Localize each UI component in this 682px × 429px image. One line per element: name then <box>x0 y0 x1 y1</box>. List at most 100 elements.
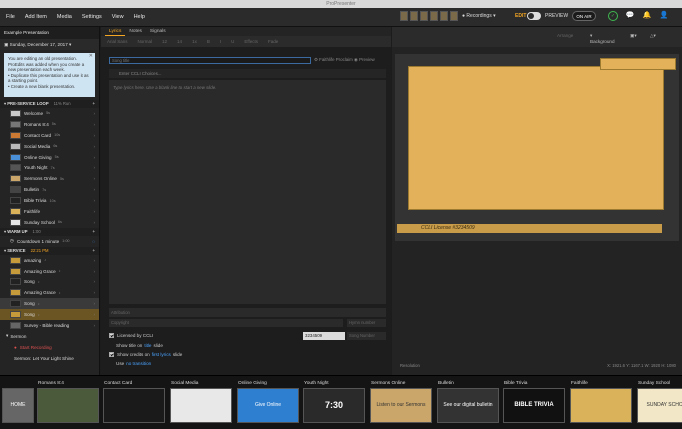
list-item[interactable]: Online Giving 5s › <box>0 152 99 163</box>
plus-icon[interactable]: + <box>93 247 95 255</box>
chevron-right-icon[interactable]: › <box>93 176 95 181</box>
menu-add-item[interactable]: Add Item <box>25 14 47 20</box>
screen-icon[interactable] <box>410 11 418 21</box>
size-field[interactable]: 12 <box>162 39 167 44</box>
menu-help[interactable]: Help <box>134 14 145 20</box>
thumbnail-tile[interactable]: Sermons Online Listen to our Sermons Onli… <box>370 380 432 423</box>
song-number-field[interactable]: Song Number <box>347 332 386 340</box>
transition-link[interactable]: no transition <box>126 361 151 366</box>
first-lyrics-link[interactable]: first lyrics <box>152 352 171 357</box>
screen-icon[interactable] <box>420 11 428 21</box>
thumbnail-tile[interactable]: Bulletin See our digital bulletin <box>437 380 499 423</box>
license-number-field[interactable]: 3234509 <box>303 332 345 340</box>
bold-button[interactable]: B <box>207 39 210 44</box>
thumbnail-tile[interactable]: Youth Night 7:30 <box>303 380 365 423</box>
list-item[interactable]: Song ♪ › <box>0 276 99 287</box>
section-service[interactable]: ▾ SERVICE 22:21 PM + <box>0 246 99 255</box>
list-item[interactable]: Song ♪ › <box>0 309 99 321</box>
chevron-right-icon[interactable]: › <box>93 220 95 225</box>
licensed-checkbox-row[interactable]: Licensed by CCLI <box>109 333 153 338</box>
size-field[interactable]: 14 <box>177 39 182 44</box>
menu-file[interactable]: File <box>6 14 15 20</box>
list-item[interactable]: Romans 8:4 5s › <box>0 119 99 130</box>
thumbnail-tile[interactable]: HOME <box>2 380 34 423</box>
chevron-right-icon[interactable]: › <box>93 258 95 263</box>
tab-signals[interactable]: Signals <box>146 27 170 36</box>
background-select[interactable]: Background ▾ <box>590 33 615 44</box>
chevron-right-icon[interactable]: › <box>93 323 95 328</box>
thumbnail-tile[interactable]: Faithlife <box>570 380 632 423</box>
edit-preview-toggle[interactable] <box>527 12 541 20</box>
menu-settings[interactable]: Settings <box>82 14 102 20</box>
lyrics-textarea[interactable]: Type lyrics here. Use a blank line to st… <box>109 80 386 304</box>
chevron-right-icon[interactable]: › <box>93 290 95 295</box>
screen-icon[interactable] <box>400 11 408 21</box>
list-item[interactable]: ◷ Countdown 1 minute 1:00 ◌ <box>0 236 99 247</box>
bell-icon[interactable]: 🔔 <box>642 11 652 21</box>
user-icon[interactable]: 👤 <box>659 11 669 21</box>
preview-mode-label[interactable]: PREVIEW <box>545 13 568 19</box>
list-item[interactable]: Amazing Grace ♪ › <box>0 266 99 277</box>
chat-icon[interactable]: 💬 <box>625 11 635 21</box>
thumbnail-tile[interactable]: Bible Trivia BIBLE TRIVIA <box>503 380 565 423</box>
close-icon[interactable]: ✕ <box>89 53 93 60</box>
slide-canvas[interactable]: CCLI License #3234509 <box>395 54 679 241</box>
list-item[interactable]: amazing ♪ › <box>0 255 99 266</box>
tab-notes[interactable]: Notes <box>125 27 146 36</box>
section-pre-service-loop[interactable]: ▾ PRE-SERVICE LOOP 11% Run + <box>0 100 99 108</box>
chevron-right-icon[interactable]: › <box>93 122 95 127</box>
ccli-chooser[interactable]: Enter CCLI Choices... <box>109 69 386 78</box>
check-icon[interactable]: ✓ <box>608 11 618 21</box>
list-item[interactable]: Sermons Online 5s › <box>0 173 99 184</box>
list-item[interactable]: Social Media 6s › <box>0 141 99 152</box>
license-text-box[interactable]: CCLI License #3234509 <box>397 224 662 233</box>
thumbnail-tile[interactable]: Contact Card <box>103 380 165 423</box>
thumbnail-tile[interactable]: Social Media <box>170 380 232 423</box>
list-item[interactable]: Amazing Grace ♪ › <box>0 287 99 298</box>
chevron-right-icon[interactable]: › <box>93 312 95 317</box>
chevron-right-icon[interactable]: › <box>93 198 95 203</box>
chevron-right-icon[interactable]: › <box>93 269 95 274</box>
chevron-right-icon[interactable]: › <box>93 155 95 160</box>
song-title-input[interactable]: Song title <box>109 57 311 64</box>
list-item[interactable]: Faithlife › <box>0 206 99 217</box>
list-item[interactable]: ● Start Recording <box>0 342 99 353</box>
chevron-right-icon[interactable]: › <box>93 165 95 170</box>
tab-lyrics[interactable]: Lyrics <box>105 27 126 36</box>
fade-button[interactable]: Fade <box>268 39 278 44</box>
service-date[interactable]: ▣ Sunday, December 17, 2017 ▾ <box>0 39 99 50</box>
copyright-field[interactable]: Copyright <box>109 319 343 327</box>
chevron-right-icon[interactable]: › <box>93 144 95 149</box>
menu-media[interactable]: Media <box>57 14 72 20</box>
notice-duplicate[interactable]: • Duplicate this presentation and use it… <box>8 73 91 84</box>
chevron-right-icon[interactable]: › <box>93 111 95 116</box>
weight-select[interactable]: Normal <box>138 39 153 44</box>
recordings-button[interactable]: ● Recordings ▾ <box>462 13 496 19</box>
thumbnail-tile[interactable]: Online Giving Give Online <box>237 380 299 423</box>
list-item[interactable]: Bible Trivia 10s › <box>0 195 99 206</box>
font-select[interactable]: Arial Sans <box>107 39 128 44</box>
slide-background-shape[interactable] <box>408 66 664 210</box>
arrange-button[interactable]: Arrange <box>557 33 573 38</box>
screen-icon[interactable] <box>430 11 438 21</box>
screen-icon[interactable] <box>450 11 458 21</box>
menu-view[interactable]: View <box>112 14 124 20</box>
chevron-right-icon[interactable]: › <box>93 133 95 138</box>
chevron-right-icon[interactable]: › <box>93 301 95 306</box>
screen-icon[interactable] <box>440 11 448 21</box>
italic-button[interactable]: I <box>220 39 221 44</box>
hymn-number-field[interactable]: Hymn number <box>347 319 386 327</box>
chevron-right-icon[interactable]: › <box>93 279 95 284</box>
plus-icon[interactable]: + <box>93 100 95 108</box>
shapes-icon[interactable]: △▾ <box>650 33 656 39</box>
underline-button[interactable]: U <box>231 39 234 44</box>
list-item[interactable]: Bulletin 7s › <box>0 184 99 195</box>
list-item[interactable]: Youth Night 7s › <box>0 162 99 173</box>
list-item[interactable]: Sermon: Let Your Light Shine <box>0 353 99 364</box>
edit-mode-label[interactable]: EDIT <box>515 13 526 19</box>
plus-icon[interactable]: + <box>93 228 95 236</box>
effects-button[interactable]: Effects <box>244 39 258 44</box>
on-air-button[interactable]: ON AIR <box>572 11 596 21</box>
faithlife-proclaim-button[interactable]: ⚙ Faithlife Proclaim ◉ Preview <box>314 57 375 63</box>
chevron-right-icon[interactable]: › <box>93 209 95 214</box>
